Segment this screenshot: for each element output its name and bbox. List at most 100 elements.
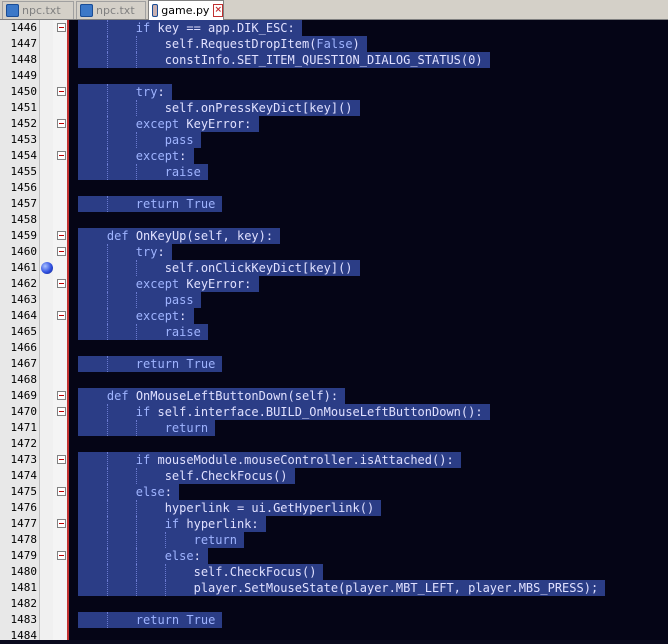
fold-toggle-icon[interactable] bbox=[57, 487, 66, 496]
code-line[interactable]: 1452 except KeyError: bbox=[0, 116, 668, 132]
code-line[interactable]: 1451 self.onPressKeyDict[key]() bbox=[0, 100, 668, 116]
code-line[interactable]: 1476 hyperlink = ui.GetHyperlink() bbox=[0, 500, 668, 516]
code-text: player.SetMouseState(player.MBT_LEFT, pl… bbox=[78, 581, 599, 595]
tab-bar: npc.txt npc.txt game.py × bbox=[0, 0, 668, 20]
code-text: if key == app.DIK_ESC: bbox=[135, 21, 295, 35]
code-line[interactable]: 1470 if self.interface.BUILD_OnMouseLeft… bbox=[0, 404, 668, 420]
code-text: def OnKeyUp(self, key): bbox=[106, 229, 274, 243]
fold-toggle-icon[interactable] bbox=[57, 247, 66, 256]
code-line[interactable]: 1449 bbox=[0, 68, 668, 84]
code-line[interactable]: 1461 self.onClickKeyDict[key]() bbox=[0, 260, 668, 276]
code-text: return bbox=[193, 533, 237, 547]
line-number: 1484 bbox=[10, 629, 38, 642]
code-text: except: bbox=[135, 309, 187, 323]
code-line[interactable]: 1446 if key == app.DIK_ESC: bbox=[0, 20, 668, 36]
fold-toggle-icon[interactable] bbox=[57, 407, 66, 416]
line-number: 1483 bbox=[10, 613, 38, 626]
line-number: 1451 bbox=[10, 101, 38, 114]
bookmark-icon[interactable] bbox=[41, 262, 53, 274]
fold-toggle-icon[interactable] bbox=[57, 87, 66, 96]
code-text: else: bbox=[164, 549, 201, 563]
line-number: 1454 bbox=[10, 149, 38, 162]
code-text: if self.interface.BUILD_OnMouseLeftButto… bbox=[135, 405, 483, 419]
code-text: self.onClickKeyDict[key]() bbox=[78, 261, 353, 275]
tab-2[interactable]: npc.txt bbox=[76, 1, 146, 19]
line-number: 1456 bbox=[10, 181, 38, 194]
code-line[interactable]: 1474 self.CheckFocus() bbox=[0, 468, 668, 484]
fold-toggle-icon[interactable] bbox=[57, 311, 66, 320]
code-text: return True bbox=[135, 613, 216, 627]
code-line[interactable]: 1484 bbox=[0, 628, 668, 644]
fold-toggle-icon[interactable] bbox=[57, 455, 66, 464]
line-number: 1468 bbox=[10, 373, 38, 386]
line-number: 1458 bbox=[10, 213, 38, 226]
close-icon[interactable]: × bbox=[213, 4, 223, 17]
code-text: try: bbox=[135, 245, 165, 259]
code-line[interactable]: 1475 else: bbox=[0, 484, 668, 500]
code-line[interactable]: 1478 return bbox=[0, 532, 668, 548]
fold-toggle-icon[interactable] bbox=[57, 391, 66, 400]
code-text: except KeyError: bbox=[135, 277, 252, 291]
code-line[interactable]: 1468 bbox=[0, 372, 668, 388]
fold-toggle-icon[interactable] bbox=[57, 279, 66, 288]
line-number: 1457 bbox=[10, 197, 38, 210]
tab-label: npc.txt bbox=[22, 4, 61, 17]
code-line[interactable]: 1465 raise bbox=[0, 324, 668, 340]
code-line[interactable]: 1457 return True bbox=[0, 196, 668, 212]
code-text: try: bbox=[135, 85, 165, 99]
fold-toggle-icon[interactable] bbox=[57, 119, 66, 128]
fold-toggle-icon[interactable] bbox=[57, 551, 66, 560]
code-line[interactable]: 1479 else: bbox=[0, 548, 668, 564]
code-line[interactable]: 1467 return True bbox=[0, 356, 668, 372]
code-text: def OnMouseLeftButtonDown(self): bbox=[106, 389, 339, 403]
code-text: else: bbox=[135, 485, 172, 499]
code-line[interactable]: 1454 except: bbox=[0, 148, 668, 164]
fold-toggle-icon[interactable] bbox=[57, 151, 66, 160]
code-text: self.RequestDropItem(False) bbox=[78, 37, 360, 51]
code-line[interactable]: 1483 return True bbox=[0, 612, 668, 628]
line-number: 1459 bbox=[10, 229, 38, 242]
line-number: 1477 bbox=[10, 517, 38, 530]
code-line[interactable]: 1447 self.RequestDropItem(False) bbox=[0, 36, 668, 52]
fold-toggle-icon[interactable] bbox=[57, 231, 66, 240]
code-line[interactable]: 1466 bbox=[0, 340, 668, 356]
line-number: 1460 bbox=[10, 245, 38, 258]
tab-label: game.py bbox=[161, 4, 210, 17]
code-text: pass bbox=[164, 133, 194, 147]
code-line[interactable]: 1448 constInfo.SET_ITEM_QUESTION_DIALOG_… bbox=[0, 52, 668, 68]
code-text: return bbox=[164, 421, 209, 435]
line-number: 1465 bbox=[10, 325, 38, 338]
line-number: 1479 bbox=[10, 549, 38, 562]
code-line[interactable]: 1450 try: bbox=[0, 84, 668, 100]
code-line[interactable]: 1481 player.SetMouseState(player.MBT_LEF… bbox=[0, 580, 668, 596]
fold-toggle-icon[interactable] bbox=[57, 519, 66, 528]
code-line[interactable]: 1463 pass bbox=[0, 292, 668, 308]
code-line[interactable]: 1477 if hyperlink: bbox=[0, 516, 668, 532]
line-number: 1467 bbox=[10, 357, 38, 370]
code-line[interactable]: 1456 bbox=[0, 180, 668, 196]
code-line[interactable]: 1453 pass bbox=[0, 132, 668, 148]
tab-3[interactable]: game.py × bbox=[148, 0, 224, 20]
code-line[interactable]: 1464 except: bbox=[0, 308, 668, 324]
code-line[interactable]: 1460 try: bbox=[0, 244, 668, 260]
code-line[interactable]: 1455 raise bbox=[0, 164, 668, 180]
code-line[interactable]: 1469 def OnMouseLeftButtonDown(self): bbox=[0, 388, 668, 404]
code-line[interactable]: 1458 bbox=[0, 212, 668, 228]
code-line[interactable]: 1462 except KeyError: bbox=[0, 276, 668, 292]
code-line[interactable]: 1473 if mouseModule.mouseController.isAt… bbox=[0, 452, 668, 468]
line-number: 1470 bbox=[10, 405, 38, 418]
code-text: self.onPressKeyDict[key]() bbox=[78, 101, 353, 115]
code-line[interactable]: 1459 def OnKeyUp(self, key): bbox=[0, 228, 668, 244]
code-line[interactable]: 1482 bbox=[0, 596, 668, 612]
code-line[interactable]: 1471 return bbox=[0, 420, 668, 436]
code-text: except: bbox=[135, 149, 187, 163]
code-line[interactable]: 1472 bbox=[0, 436, 668, 452]
code-text: constInfo.SET_ITEM_QUESTION_DIALOG_STATU… bbox=[78, 53, 483, 67]
code-text: return True bbox=[135, 197, 216, 211]
code-line[interactable]: 1480 self.CheckFocus() bbox=[0, 564, 668, 580]
tab-1[interactable]: npc.txt bbox=[2, 1, 74, 19]
line-number: 1466 bbox=[10, 341, 38, 354]
code-editor[interactable]: 1446 if key == app.DIK_ESC: 1447 self.Req… bbox=[0, 20, 668, 642]
fold-toggle-icon[interactable] bbox=[57, 23, 66, 32]
line-number: 1474 bbox=[10, 469, 38, 482]
